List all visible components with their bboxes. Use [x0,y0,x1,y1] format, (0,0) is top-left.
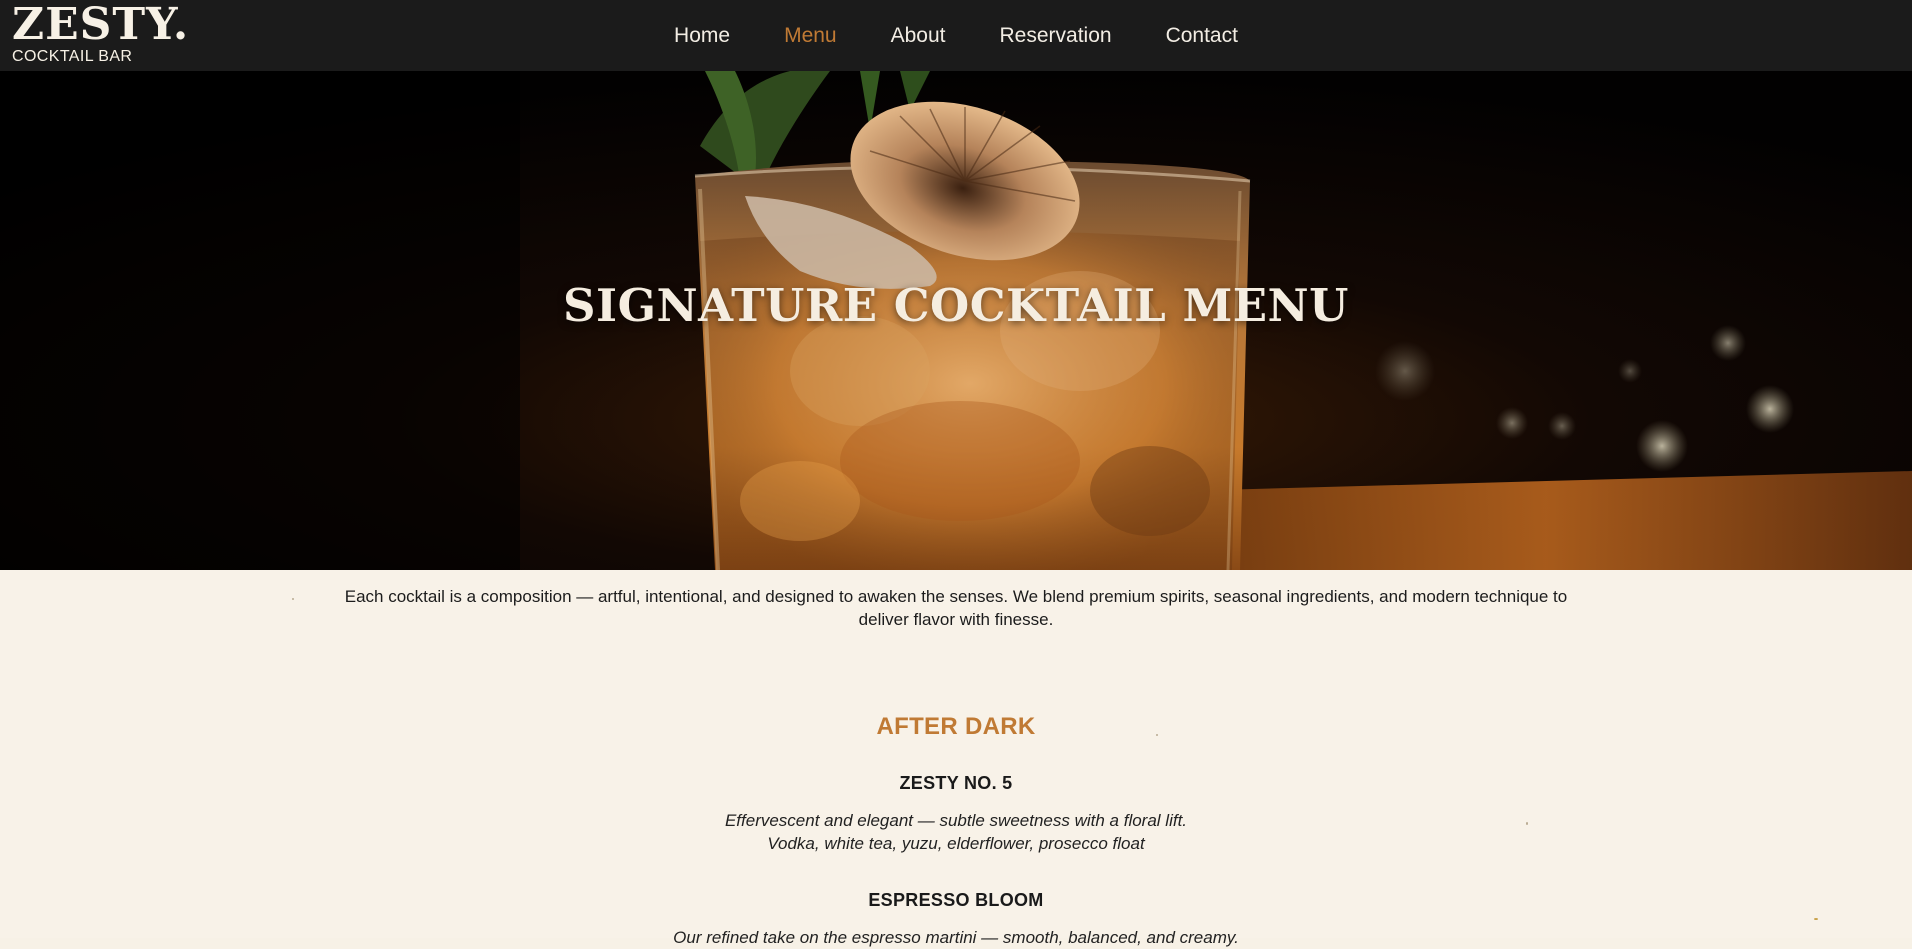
menu-item-ingredients: Vodka, white tea, yuzu, elderflower, pro… [767,834,1145,853]
menu-content: Each cocktail is a composition — artful,… [0,570,1912,947]
nav-item-contact: Contact [1166,24,1238,48]
hero-title: SIGNATURE COCKTAIL MENU [563,279,1349,332]
nav-link-home[interactable]: Home [674,24,730,47]
hero-banner: SIGNATURE COCKTAIL MENU [0,71,1912,570]
top-navigation-bar: ZESTY. COCKTAIL BAR Home Menu About Rese… [0,0,1912,71]
nav-link-contact[interactable]: Contact [1166,24,1238,47]
nav-menu: Home Menu About Reservation Contact [0,0,1912,71]
paper-speck [292,598,294,600]
menu-item-name: ZESTY NO. 5 [899,773,1013,793]
nav-item-about: About [891,24,946,48]
nav-item-reservation: Reservation [1000,24,1112,48]
menu-item: ESPRESSO BLOOM Our refined take on the e… [0,890,1912,949]
nav-link-reservation[interactable]: Reservation [1000,24,1112,47]
section-title-after-dark: AFTER DARK [876,713,1036,740]
nav-link-about[interactable]: About [891,24,946,47]
menu-item: ZESTY NO. 5 Effervescent and elegant — s… [0,773,1912,855]
nav-item-menu: Menu [784,24,837,48]
nav-item-home: Home [674,24,730,48]
menu-item-description: Effervescent and elegant — subtle sweetn… [724,811,1188,830]
nav-link-menu[interactable]: Menu [784,24,837,47]
menu-intro-text: Each cocktail is a composition — artful,… [344,587,1568,629]
menu-item-name: ESPRESSO BLOOM [868,890,1044,910]
